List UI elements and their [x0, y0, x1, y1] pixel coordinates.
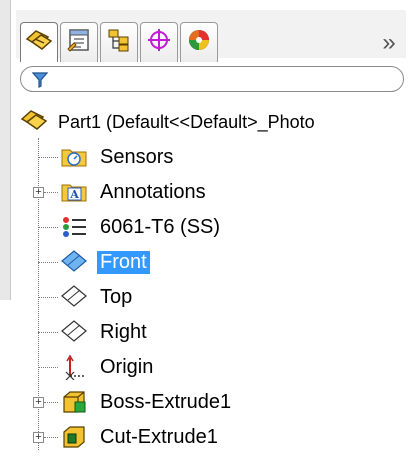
dimxpert-icon — [145, 27, 173, 58]
tree-item-boss-extrude1[interactable]: + Boss-Extrude1 — [0, 385, 408, 419]
tree-item-label: Origin — [100, 356, 154, 378]
tree-item-label: Front — [97, 251, 150, 274]
tree-item-material[interactable]: 6061-T6 (SS) — [0, 210, 408, 244]
tree-item-label: 6061-T6 (SS) — [100, 216, 221, 238]
svg-text:A: A — [69, 188, 79, 201]
tree-item-sensors[interactable]: Sensors — [0, 140, 408, 174]
feature-tree: Part1 (Default<<Default>_Photo Sensors + — [0, 100, 408, 475]
tree-line — [38, 262, 58, 263]
plane-icon — [60, 249, 88, 275]
tree-line — [38, 367, 58, 368]
tree-item-front-plane[interactable]: Front — [0, 245, 408, 279]
manager-tab-bar: » — [16, 10, 406, 62]
tree-item-annotations[interactable]: + A Annotations — [0, 175, 408, 209]
tree-root-label: Part1 (Default<<Default>_Photo — [58, 112, 315, 132]
tree-item-label: Annotations — [100, 181, 206, 203]
tree-line — [44, 402, 58, 403]
displaymanager-icon — [185, 27, 213, 58]
cut-extrude-icon — [60, 424, 88, 450]
tree-item-cut-extrude1[interactable]: + Cut-Extrude1 — [0, 420, 408, 454]
expand-toggle[interactable]: + — [33, 432, 44, 443]
tree-root-part1[interactable]: Part1 (Default<<Default>_Photo — [0, 104, 408, 138]
origin-icon — [60, 354, 88, 381]
tree-item-label: Sensors — [100, 146, 174, 168]
tree-item-origin[interactable]: Origin — [0, 350, 408, 384]
tree-item-top-plane[interactable]: Top — [0, 280, 408, 314]
featuremanager-icon — [24, 27, 54, 58]
tree-item-label: Top — [100, 286, 133, 308]
filter-icon[interactable] — [31, 71, 49, 94]
featuremanager-panel: » Part1 (Default<<Default>_Photo Sensors… — [0, 0, 408, 475]
tree-line — [38, 157, 58, 158]
tree-filter-input[interactable] — [20, 66, 404, 92]
displaymanager-tab[interactable] — [180, 22, 218, 62]
dimxpert-tab[interactable] — [140, 22, 178, 62]
tree-line — [38, 332, 58, 333]
tree-item-label: Right — [100, 321, 147, 343]
tree-line — [38, 227, 58, 228]
part-icon — [20, 108, 48, 134]
configurationmanager-tab[interactable] — [100, 22, 138, 62]
tree-line — [38, 297, 58, 298]
propertymanager-tab[interactable] — [60, 22, 98, 62]
expand-toggle[interactable]: + — [33, 187, 44, 198]
tree-filter-bar — [16, 62, 406, 96]
tree-line — [44, 437, 58, 438]
configurationmanager-icon — [105, 27, 133, 58]
plane-icon — [60, 284, 88, 310]
tree-item-label: Boss-Extrude1 — [100, 391, 232, 413]
tree-item-right-plane[interactable]: Right — [0, 315, 408, 349]
boss-extrude-icon — [60, 389, 88, 415]
material-icon — [60, 214, 88, 240]
plane-icon — [60, 319, 88, 345]
annotations-folder-icon: A — [60, 179, 88, 205]
propertymanager-icon — [65, 27, 93, 58]
tree-item-label: Cut-Extrude1 — [100, 426, 218, 448]
sensors-folder-icon — [60, 144, 88, 170]
more-tabs-button[interactable]: » — [374, 28, 404, 58]
expand-toggle[interactable]: + — [33, 397, 44, 408]
featuremanager-tab[interactable] — [20, 22, 58, 62]
tree-line — [44, 192, 58, 193]
